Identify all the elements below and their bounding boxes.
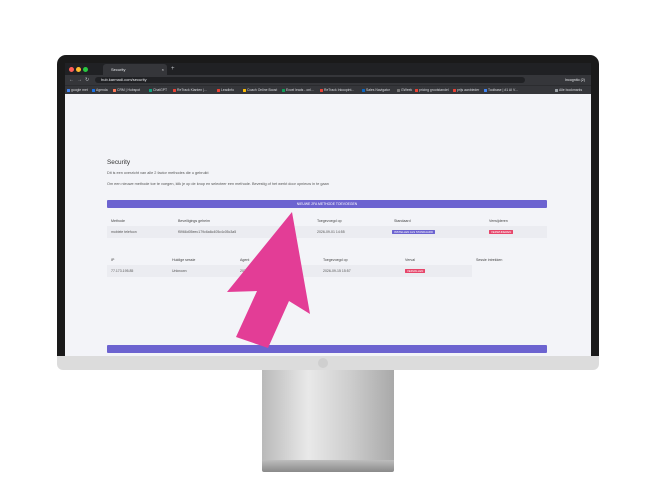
bookmark-label: google met [71, 88, 88, 92]
security-page: Security Dit is een overzicht van alle 2… [65, 94, 591, 360]
bookmark-label: ReTrack Inkoopint... [324, 88, 355, 92]
bookmark-favicon-icon [415, 88, 418, 92]
bookmark-favicon-icon [282, 88, 285, 92]
bookmark-favicon-icon [113, 88, 116, 92]
methods-header-delete: Verwijderen [489, 219, 508, 223]
method-name: mobiele telefoon [111, 230, 137, 234]
bookmark-label: Agenda [96, 88, 108, 92]
bookmarks-bar: google met Agenda CRM | Hubspot ChatGPT ReTr… [65, 85, 591, 94]
add-2fa-method-button[interactable]: NIEUWE 2FA METHODE TOEVOEGEN [107, 200, 547, 208]
minimize-window-icon[interactable] [76, 67, 81, 72]
bookmark-favicon-icon [173, 88, 176, 92]
bookmark-favicon-icon [217, 88, 220, 92]
sessions-table-row: 77.173.195.85 Unknown 2026-09-01 15:5 20… [107, 265, 472, 277]
incognito-indicator[interactable]: Incognito (2) [565, 76, 585, 84]
methods-header-method: Methode [111, 219, 125, 223]
reload-icon[interactable]: ↻ [85, 75, 89, 85]
bookmark-label: pricing grootstandel [419, 88, 449, 92]
back-icon[interactable]: ← [69, 75, 74, 85]
sessions-header-ip: IP [111, 258, 115, 262]
bookmark-label: Toolbase | #1 AI V... [488, 88, 518, 92]
bookmark-favicon-icon [243, 88, 246, 92]
bookmark-label: ReTrack Klanten |... [177, 88, 207, 92]
page-instruction: Om een nieuwe methode toe te voegen, kli… [107, 182, 329, 186]
method-added: 2026-09-01 14:55 [317, 230, 345, 234]
session-current: Unknown [172, 269, 187, 273]
bookmark-favicon-icon [362, 88, 365, 92]
methods-header-added: Toegevoegd op [317, 219, 342, 223]
methods-table-row: mobiele telefoon f5966d05eec179c6a6c405c… [107, 226, 547, 238]
session-expired-badge: VERVALLEN [405, 269, 426, 273]
session-added: 2026-09-15 15:57 [323, 269, 351, 273]
bookmark-label: Sales Navigator [366, 88, 390, 92]
monitor-stand-base [262, 460, 394, 472]
monitor-frame: Security × + ← → ↻ hub.karmadi.com/secur… [57, 55, 599, 368]
bookmark-label: GWeek [401, 88, 413, 92]
bookmark-favicon-icon [484, 88, 487, 92]
bookmark-label: prijs aanbieder [457, 88, 480, 92]
bookmark-label: CRM | Hubspot [117, 88, 141, 92]
bookmark-favicon-icon [67, 88, 70, 92]
bookmark-label: ChatGPT [153, 88, 168, 92]
folder-icon [555, 88, 558, 92]
address-toolbar: ← → ↻ hub.karmadi.com/security Incognito… [65, 75, 591, 85]
methods-header-secret: Beveiligings geheim [178, 219, 210, 223]
tab-close-icon[interactable]: × [162, 64, 164, 75]
bottom-action-bar[interactable] [107, 345, 547, 353]
bookmark-label: Excel leads - onl... [286, 88, 314, 92]
tab-title: Security [111, 67, 126, 72]
session-ip: 77.173.195.85 [111, 269, 134, 273]
page-title: Security [107, 159, 131, 166]
browser-window: Security × + ← → ↻ hub.karmadi.com/secur… [65, 63, 591, 360]
bookmark-label: Leadinfo [221, 88, 235, 92]
browser-tab-security[interactable]: Security × [103, 64, 167, 75]
apple-logo-icon [318, 358, 328, 368]
methods-header-default: Standaard [394, 219, 411, 223]
bookmark-favicon-icon [320, 88, 323, 92]
monitor-chin [57, 356, 599, 370]
page-intro: Dit is een overzicht van alle 2 factor m… [107, 171, 209, 175]
session-agent: 2026-09-01 15:5 [240, 269, 266, 273]
forward-icon[interactable]: → [77, 75, 82, 85]
maximize-window-icon[interactable] [83, 67, 88, 72]
monitor-stand [262, 370, 394, 462]
bookmark-favicon-icon [149, 88, 152, 92]
delete-method-button[interactable]: VERWIJDEREN [489, 230, 514, 234]
set-default-button[interactable]: INSTELLEN ALS STANDAARD [392, 230, 435, 234]
bookmark-favicon-icon [453, 88, 456, 92]
bookmark-favicon-icon [92, 88, 95, 92]
browser-titlebar: Security × + [65, 63, 591, 75]
sessions-header-revoke: Sessie intrekken [476, 258, 503, 262]
sessions-header-current: Huidige sessie [172, 258, 196, 262]
url-input[interactable]: hub.karmadi.com/security [95, 77, 525, 83]
bookmark-favicon-icon [397, 88, 400, 92]
new-tab-button[interactable]: + [171, 63, 175, 75]
close-window-icon[interactable] [69, 67, 74, 72]
method-secret: f5966d05eec179c6a6c405c4c05c3a5 [178, 230, 237, 234]
bookmark-label: Coach Online Boost [247, 88, 278, 92]
sessions-header-added: Toegevoegd op [323, 258, 348, 262]
sessions-header-expire: Verval [405, 258, 415, 262]
sessions-header-agent: Agent [240, 258, 250, 262]
